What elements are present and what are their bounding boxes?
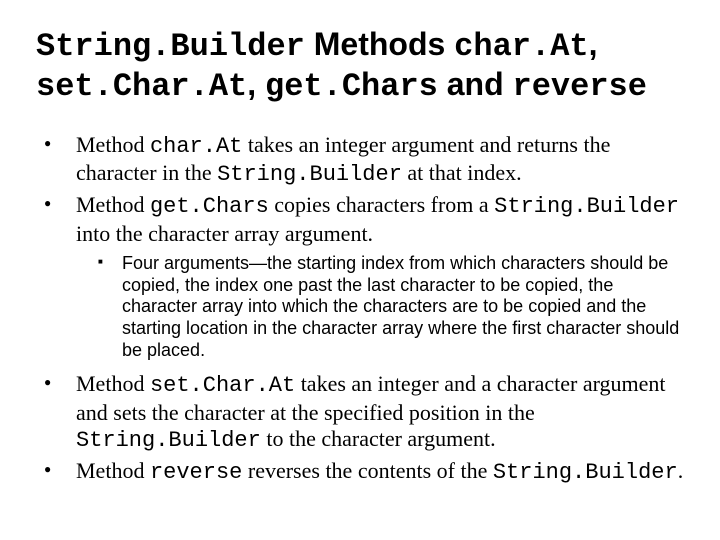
b1-text-a: Method (76, 132, 150, 157)
b2-text-c: copies characters from a (269, 192, 494, 217)
bullet-item-1: Method char.At takes an integer argument… (36, 132, 684, 189)
bullet-item-4: Method reverse reverses the contents of … (36, 458, 684, 486)
b3-text-a: Method (76, 371, 150, 396)
title-code-5: reverse (513, 68, 647, 105)
b1-code-b: char.At (150, 134, 242, 159)
title-code-4: get.Chars (265, 68, 438, 105)
title-text-3: , (247, 66, 265, 102)
b3-code-d: String.Builder (76, 428, 261, 453)
b4-text-c: reverses the contents of the (242, 458, 492, 483)
slide: String.Builder Methods char.At, set.Char… (0, 0, 720, 540)
b4-code-b: reverse (150, 460, 242, 485)
title-code-3: set.Char.At (36, 68, 247, 105)
b2-text-e: into the character array argument. (76, 221, 373, 246)
bullet-item-3: Method set.Char.At takes an integer and … (36, 371, 684, 454)
b4-text-e: . (678, 458, 684, 483)
title-code-2: char.At (454, 28, 588, 65)
b1-code-d: String.Builder (217, 162, 402, 187)
sub-bullet-item: Four arguments—the starting index from w… (76, 253, 684, 361)
sub-bullet-list: Four arguments—the starting index from w… (76, 253, 684, 361)
b2-code-b: get.Chars (150, 194, 269, 219)
b1-text-e: at that index. (402, 160, 522, 185)
title-text-2: , (589, 26, 598, 62)
bullet-list: Method char.At takes an integer argument… (36, 132, 684, 487)
b3-code-b: set.Char.At (150, 373, 295, 398)
b3-text-e: to the character argument. (261, 426, 496, 451)
title-code-1: String.Builder (36, 28, 305, 65)
b2-code-d: String.Builder (494, 194, 679, 219)
b4-code-d: String.Builder (493, 460, 678, 485)
b4-text-a: Method (76, 458, 150, 483)
slide-title: String.Builder Methods char.At, set.Char… (36, 26, 684, 106)
title-text-1: Methods (305, 26, 454, 62)
b2sub-text: Four arguments—the starting index from w… (122, 253, 679, 359)
bullet-item-2: Method get.Chars copies characters from … (36, 192, 684, 361)
title-text-4: and (438, 66, 513, 102)
b2-text-a: Method (76, 192, 150, 217)
